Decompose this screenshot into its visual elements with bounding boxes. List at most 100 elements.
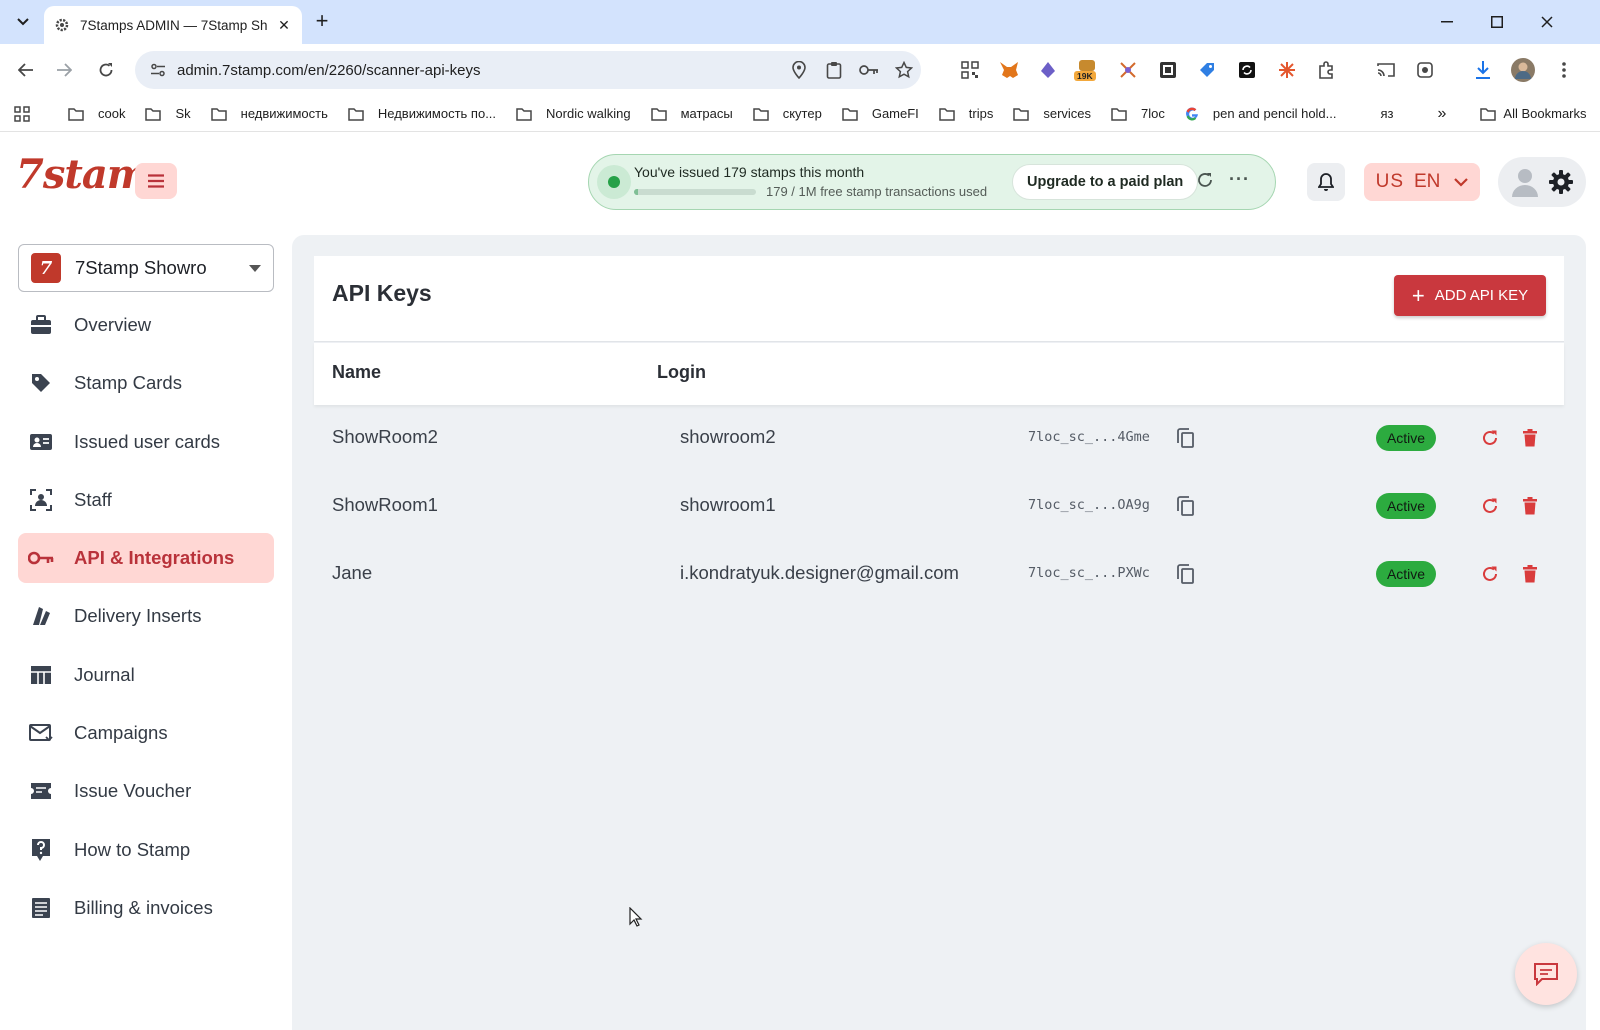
tab-search-chevron-icon[interactable]: [8, 8, 38, 36]
sidebar-item-how-to-stamp[interactable]: How to Stamp: [18, 825, 274, 875]
language-selector[interactable]: US EN: [1364, 163, 1480, 201]
sparkle-extension-icon[interactable]: [1275, 58, 1299, 82]
store-name: 7Stamp Showro: [75, 257, 207, 278]
bookmark-item[interactable]: pen and pencil hold...: [1185, 106, 1337, 121]
more-options-icon[interactable]: ···: [1229, 169, 1250, 190]
bookmark-item[interactable]: GameFI: [842, 106, 919, 121]
copy-icon[interactable]: [1174, 426, 1198, 450]
briefcase-icon: [28, 312, 54, 338]
bookmark-item[interactable]: 7loc: [1111, 106, 1165, 121]
cast-icon[interactable]: [1374, 58, 1398, 82]
profile-avatar-icon[interactable]: [1510, 57, 1536, 83]
store-selector[interactable]: 7 7Stamp Showro: [18, 244, 274, 292]
plus-icon: +: [1411, 282, 1425, 308]
reload-icon[interactable]: [92, 56, 120, 84]
maximize-icon[interactable]: [1477, 8, 1517, 36]
upgrade-button[interactable]: Upgrade to a paid plan: [1012, 164, 1199, 200]
regenerate-icon[interactable]: [1478, 562, 1502, 586]
bookmark-item[interactable]: Недвижимость по...: [348, 106, 496, 121]
sidebar-item-staff[interactable]: Staff: [18, 475, 274, 525]
crystal-extension-icon[interactable]: [1036, 58, 1060, 82]
sidebar-item-label: API & Integrations: [74, 547, 235, 569]
bookmarks-overflow-chevron-icon[interactable]: »: [1438, 105, 1447, 123]
minimize-icon[interactable]: [1427, 8, 1467, 36]
add-api-key-label: ADD API KEY: [1434, 287, 1529, 304]
bookmark-star-icon[interactable]: [886, 61, 921, 79]
bookmark-item[interactable]: матрасы: [650, 106, 733, 121]
copy-icon[interactable]: [1174, 494, 1198, 518]
notifications-bell-icon[interactable]: [1307, 163, 1345, 201]
password-key-icon[interactable]: [851, 64, 886, 76]
sidebar-item-overview[interactable]: Overview: [18, 300, 274, 350]
trash-icon[interactable]: [1518, 426, 1542, 450]
bookmark-item[interactable]: cook: [68, 106, 125, 121]
sidebar-item-api-integrations[interactable]: API & Integrations: [18, 533, 274, 584]
tag-extension-icon[interactable]: [1195, 58, 1219, 82]
barcode-extension-icon[interactable]: [1156, 58, 1180, 82]
chat-support-icon[interactable]: [1515, 943, 1577, 1005]
metamask-fox-icon[interactable]: [997, 58, 1021, 82]
sidebar-item-delivery-inserts[interactable]: Delivery Inserts: [18, 591, 274, 641]
bookmark-item[interactable]: скутер: [752, 106, 822, 121]
column-header-login: Login: [657, 362, 706, 382]
regenerate-icon[interactable]: [1478, 426, 1502, 450]
all-bookmarks[interactable]: All Bookmarks: [1480, 106, 1587, 121]
bookmark-item[interactable]: яз: [1381, 106, 1394, 121]
api-key-login: i.kondratyuk.designer@gmail.com: [680, 562, 959, 583]
trash-icon[interactable]: [1518, 494, 1542, 518]
app-header: 7stamp You've issued 179 stamps this mon…: [0, 133, 1600, 229]
sidebar-item-billing-invoices[interactable]: Billing & invoices: [18, 883, 274, 933]
bookmark-item[interactable]: services: [1013, 106, 1091, 121]
download-icon[interactable]: [1471, 58, 1495, 82]
user-avatar-icon: [1511, 169, 1538, 197]
hamburger-menu-icon[interactable]: [135, 163, 177, 199]
tab-close-icon[interactable]: ✕: [274, 15, 294, 35]
bookmark-label: pen and pencil hold...: [1212, 106, 1337, 121]
address-bar[interactable]: admin.7stamp.com/en/2260/scanner-api-key…: [135, 51, 921, 89]
bookmark-item[interactable]: trips: [939, 106, 993, 121]
location-pin-icon[interactable]: [781, 61, 816, 79]
sidebar-item-campaigns[interactable]: Campaigns: [18, 708, 274, 758]
extensions-puzzle-icon[interactable]: [1314, 58, 1338, 82]
badge-extension-icon[interactable]: 19K: [1073, 58, 1101, 82]
refresh-icon[interactable]: [1196, 171, 1214, 194]
browser-tab[interactable]: 7Stamps ADMIN — 7Stamp Sh ✕: [44, 6, 302, 44]
folder-icon: [939, 107, 962, 121]
sidebar-item-issued-user-cards[interactable]: Issued user cards: [18, 417, 274, 467]
page-title: API Keys: [332, 280, 432, 306]
add-api-key-button[interactable]: + ADD API KEY: [1394, 275, 1546, 316]
gear-icon: [1548, 170, 1573, 194]
tag-icon: [28, 370, 54, 396]
qr-extension-icon[interactable]: [958, 58, 982, 82]
language-code: EN: [1414, 171, 1441, 192]
network-extension-icon[interactable]: [1116, 58, 1140, 82]
forward-arrow-icon[interactable]: [50, 56, 78, 84]
browser-toolbar: admin.7stamp.com/en/2260/scanner-api-key…: [0, 44, 1600, 96]
bookmark-item[interactable]: Nordic walking: [516, 106, 631, 121]
api-key-value: 7loc_sc_...PXWc: [1028, 565, 1150, 581]
bookmark-item[interactable]: недвижимость: [210, 106, 328, 121]
url-text: admin.7stamp.com/en/2260/scanner-api-key…: [177, 61, 481, 79]
trash-icon[interactable]: [1518, 562, 1542, 586]
sync-extension-icon[interactable]: [1235, 58, 1259, 82]
browser-menu-icon[interactable]: [1552, 58, 1576, 82]
new-tab-plus-icon[interactable]: +: [310, 10, 334, 34]
sidebar-item-issue-voucher[interactable]: Issue Voucher: [18, 766, 274, 816]
mouse-cursor-icon: [629, 906, 643, 932]
ticket-icon: [28, 778, 54, 804]
copy-icon[interactable]: [1174, 562, 1198, 586]
screenshot-icon[interactable]: [1413, 58, 1437, 82]
sidebar-item-journal[interactable]: Journal: [18, 650, 274, 700]
apps-grid-icon[interactable]: [14, 105, 30, 122]
regenerate-icon[interactable]: [1478, 494, 1502, 518]
window-close-icon[interactable]: [1527, 8, 1567, 36]
bookmark-item[interactable]: Sk: [145, 106, 191, 121]
back-arrow-icon[interactable]: [12, 56, 40, 84]
clipboard-icon[interactable]: [816, 61, 851, 79]
sidebar-item-stamp-cards[interactable]: Stamp Cards: [18, 358, 274, 408]
folder-icon: [516, 107, 539, 121]
sidebar-item-label: Stamp Cards: [74, 372, 182, 394]
sidebar-item-label: Overview: [74, 314, 152, 335]
site-info-icon[interactable]: [143, 63, 173, 77]
account-button[interactable]: [1498, 157, 1586, 207]
